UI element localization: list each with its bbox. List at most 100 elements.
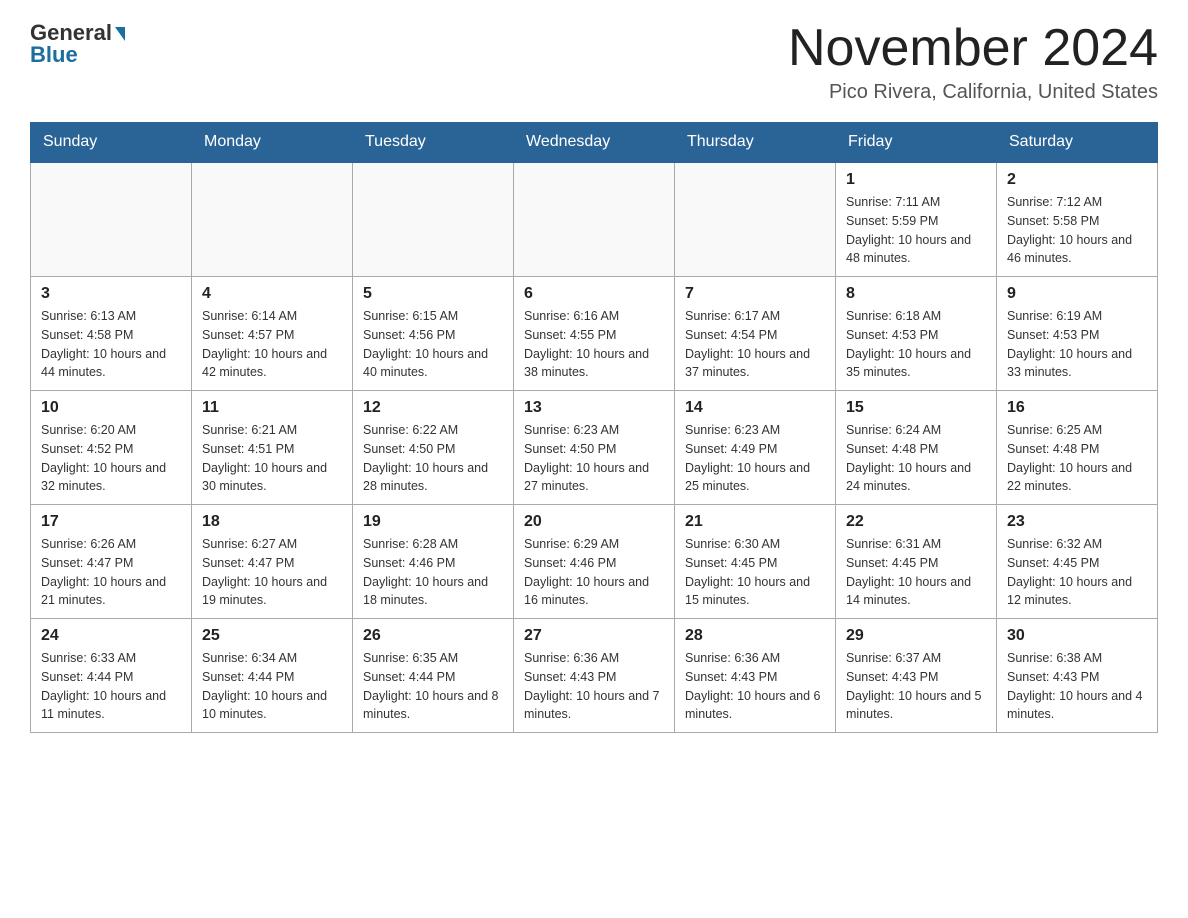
day-info: Sunrise: 6:20 AMSunset: 4:52 PMDaylight:… [41, 421, 181, 496]
day-info: Sunrise: 6:17 AMSunset: 4:54 PMDaylight:… [685, 307, 825, 382]
calendar-cell: 23 Sunrise: 6:32 AMSunset: 4:45 PMDayligh… [997, 505, 1158, 619]
day-number: 15 [846, 399, 986, 417]
day-number: 27 [524, 627, 664, 645]
calendar-week-4: 17Sunrise: 6:26 AMSunset: 4:47 PMDayligh… [31, 505, 1158, 619]
day-info: Sunrise: 6:23 AMSunset: 4:49 PMDaylight:… [685, 421, 825, 496]
calendar-cell: 4 Sunrise: 6:14 AMSunset: 4:57 PMDaylight… [192, 277, 353, 391]
day-number: 23 [1007, 513, 1147, 531]
day-info: Sunrise: 6:31 AMSunset: 4:45 PMDaylight:… [846, 535, 986, 610]
day-info: Sunrise: 6:29 AMSunset: 4:46 PMDaylight:… [524, 535, 664, 610]
day-info: Sunrise: 6:33 AMSunset: 4:44 PMDaylight:… [41, 649, 181, 724]
day-number: 4 [202, 285, 342, 303]
location-subtitle: Pico Rivera, California, United States [788, 81, 1158, 104]
calendar-cell: 20 Sunrise: 6:29 AMSunset: 4:46 PMDayligh… [514, 505, 675, 619]
day-info: Sunrise: 6:23 AMSunset: 4:50 PMDaylight:… [524, 421, 664, 496]
calendar-cell: 13 Sunrise: 6:23 AMSunset: 4:50 PMDayligh… [514, 391, 675, 505]
day-info: Sunrise: 6:22 AMSunset: 4:50 PMDaylight:… [363, 421, 503, 496]
day-info: Sunrise: 6:13 AMSunset: 4:58 PMDaylight:… [41, 307, 181, 382]
day-number: 14 [685, 399, 825, 417]
day-number: 18 [202, 513, 342, 531]
day-info: Sunrise: 7:11 AMSunset: 5:59 PMDaylight:… [846, 193, 986, 268]
calendar-cell: 27 Sunrise: 6:36 AMSunset: 4:43 PMDayligh… [514, 619, 675, 733]
calendar-cell: 22Sunrise: 6:31 AMSunset: 4:45 PMDayligh… [836, 505, 997, 619]
day-info: Sunrise: 6:30 AMSunset: 4:45 PMDaylight:… [685, 535, 825, 610]
calendar-cell: 26 Sunrise: 6:35 AMSunset: 4:44 PMDayligh… [353, 619, 514, 733]
day-info: Sunrise: 6:28 AMSunset: 4:46 PMDaylight:… [363, 535, 503, 610]
day-info: Sunrise: 7:12 AMSunset: 5:58 PMDaylight:… [1007, 193, 1147, 268]
calendar-cell: 30 Sunrise: 6:38 AMSunset: 4:43 PMDayligh… [997, 619, 1158, 733]
day-number: 3 [41, 285, 181, 303]
calendar-cell: 3 Sunrise: 6:13 AMSunset: 4:58 PMDaylight… [31, 277, 192, 391]
day-number: 7 [685, 285, 825, 303]
calendar-cell: 14 Sunrise: 6:23 AMSunset: 4:49 PMDayligh… [675, 391, 836, 505]
day-number: 19 [363, 513, 503, 531]
day-info: Sunrise: 6:27 AMSunset: 4:47 PMDaylight:… [202, 535, 342, 610]
calendar-cell [31, 162, 192, 277]
day-info: Sunrise: 6:21 AMSunset: 4:51 PMDaylight:… [202, 421, 342, 496]
day-info: Sunrise: 6:15 AMSunset: 4:56 PMDaylight:… [363, 307, 503, 382]
calendar-cell: 24 Sunrise: 6:33 AMSunset: 4:44 PMDayligh… [31, 619, 192, 733]
day-number: 10 [41, 399, 181, 417]
logo-arrow-icon [115, 27, 125, 41]
calendar-week-3: 10 Sunrise: 6:20 AMSunset: 4:52 PMDayligh… [31, 391, 1158, 505]
header-thursday: Thursday [675, 123, 836, 163]
day-number: 12 [363, 399, 503, 417]
calendar-table: SundayMondayTuesdayWednesdayThursdayFrid… [30, 122, 1158, 733]
title-area: November 2024 Pico Rivera, California, U… [788, 20, 1158, 104]
calendar-cell: 9 Sunrise: 6:19 AMSunset: 4:53 PMDaylight… [997, 277, 1158, 391]
day-info: Sunrise: 6:19 AMSunset: 4:53 PMDaylight:… [1007, 307, 1147, 382]
day-number: 25 [202, 627, 342, 645]
header-saturday: Saturday [997, 123, 1158, 163]
day-number: 21 [685, 513, 825, 531]
day-info: Sunrise: 6:18 AMSunset: 4:53 PMDaylight:… [846, 307, 986, 382]
day-info: Sunrise: 6:24 AMSunset: 4:48 PMDaylight:… [846, 421, 986, 496]
header-friday: Friday [836, 123, 997, 163]
calendar-cell: 10 Sunrise: 6:20 AMSunset: 4:52 PMDayligh… [31, 391, 192, 505]
calendar-cell: 28Sunrise: 6:36 AMSunset: 4:43 PMDayligh… [675, 619, 836, 733]
calendar-cell: 1 Sunrise: 7:11 AMSunset: 5:59 PMDaylight… [836, 162, 997, 277]
day-number: 9 [1007, 285, 1147, 303]
calendar-cell [192, 162, 353, 277]
header-wednesday: Wednesday [514, 123, 675, 163]
calendar-cell: 18 Sunrise: 6:27 AMSunset: 4:47 PMDayligh… [192, 505, 353, 619]
day-info: Sunrise: 6:14 AMSunset: 4:57 PMDaylight:… [202, 307, 342, 382]
day-number: 13 [524, 399, 664, 417]
day-info: Sunrise: 6:38 AMSunset: 4:43 PMDaylight:… [1007, 649, 1147, 724]
day-number: 26 [363, 627, 503, 645]
calendar-cell [514, 162, 675, 277]
header-sunday: Sunday [31, 123, 192, 163]
calendar-cell: 7 Sunrise: 6:17 AMSunset: 4:54 PMDaylight… [675, 277, 836, 391]
calendar-cell: 12 Sunrise: 6:22 AMSunset: 4:50 PMDayligh… [353, 391, 514, 505]
day-info: Sunrise: 6:16 AMSunset: 4:55 PMDaylight:… [524, 307, 664, 382]
day-number: 30 [1007, 627, 1147, 645]
day-info: Sunrise: 6:34 AMSunset: 4:44 PMDaylight:… [202, 649, 342, 724]
calendar-cell: 15 Sunrise: 6:24 AMSunset: 4:48 PMDayligh… [836, 391, 997, 505]
day-number: 28 [685, 627, 825, 645]
calendar-week-2: 3 Sunrise: 6:13 AMSunset: 4:58 PMDaylight… [31, 277, 1158, 391]
page-header: General Blue November 2024 Pico Rivera, … [30, 20, 1158, 104]
logo: General Blue [30, 20, 125, 68]
day-number: 2 [1007, 171, 1147, 189]
calendar-cell: 29Sunrise: 6:37 AMSunset: 4:43 PMDayligh… [836, 619, 997, 733]
day-number: 17 [41, 513, 181, 531]
day-number: 16 [1007, 399, 1147, 417]
day-number: 20 [524, 513, 664, 531]
day-info: Sunrise: 6:25 AMSunset: 4:48 PMDaylight:… [1007, 421, 1147, 496]
calendar-cell [675, 162, 836, 277]
calendar-cell: 11Sunrise: 6:21 AMSunset: 4:51 PMDayligh… [192, 391, 353, 505]
day-number: 29 [846, 627, 986, 645]
calendar-cell [353, 162, 514, 277]
day-info: Sunrise: 6:35 AMSunset: 4:44 PMDaylight:… [363, 649, 503, 724]
day-info: Sunrise: 6:32 AMSunset: 4:45 PMDaylight:… [1007, 535, 1147, 610]
calendar-cell: 6Sunrise: 6:16 AMSunset: 4:55 PMDaylight… [514, 277, 675, 391]
calendar-cell: 5Sunrise: 6:15 AMSunset: 4:56 PMDaylight… [353, 277, 514, 391]
calendar-cell: 25 Sunrise: 6:34 AMSunset: 4:44 PMDayligh… [192, 619, 353, 733]
day-number: 1 [846, 171, 986, 189]
calendar-cell: 16 Sunrise: 6:25 AMSunset: 4:48 PMDayligh… [997, 391, 1158, 505]
calendar-cell: 17Sunrise: 6:26 AMSunset: 4:47 PMDayligh… [31, 505, 192, 619]
day-info: Sunrise: 6:36 AMSunset: 4:43 PMDaylight:… [524, 649, 664, 724]
month-title: November 2024 [788, 20, 1158, 77]
day-number: 24 [41, 627, 181, 645]
calendar-week-5: 24 Sunrise: 6:33 AMSunset: 4:44 PMDayligh… [31, 619, 1158, 733]
calendar-header-row: SundayMondayTuesdayWednesdayThursdayFrid… [31, 123, 1158, 163]
